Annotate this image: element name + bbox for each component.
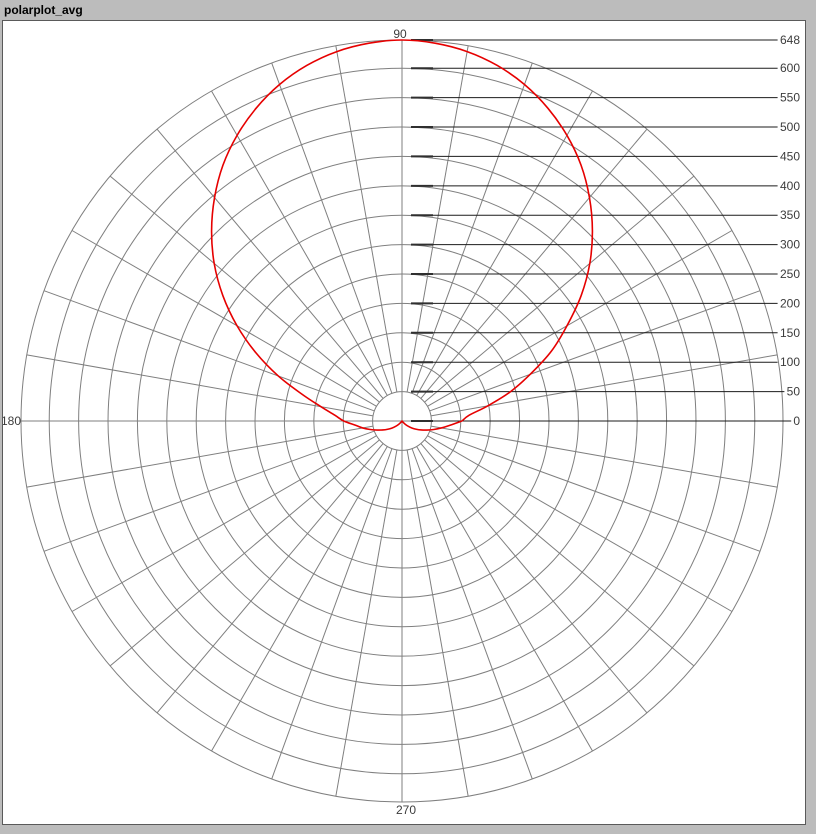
radial-scale-label: 250 (780, 267, 800, 281)
grid-spoke (71, 230, 377, 407)
grid-spoke (416, 90, 593, 396)
grid-spoke (411, 448, 533, 780)
angle-label-90: 90 (393, 27, 407, 41)
grid-spoke (156, 443, 384, 714)
grid-spoke (416, 446, 593, 752)
radial-scale-label: 200 (780, 296, 800, 310)
grid-spoke (427, 230, 733, 407)
radial-scale-label: 0 (793, 414, 800, 428)
grid-spoke (429, 430, 761, 552)
radial-scale-label: 500 (780, 120, 800, 134)
radial-scale-label: 350 (780, 208, 800, 222)
grid-spoke (271, 62, 393, 394)
angle-label-180: 180 (3, 414, 21, 428)
grid-spoke (427, 435, 733, 612)
grid-spoke (211, 90, 388, 396)
grid-spoke (109, 439, 380, 667)
grid-spoke (429, 290, 761, 412)
radial-scale-label: 50 (787, 385, 801, 399)
grid-spoke (424, 439, 695, 667)
grid-spoke (71, 435, 377, 612)
window-title: polarplot_avg (4, 3, 83, 17)
grid-spoke (420, 128, 648, 399)
polar-plot-canvas[interactable]: 648 600 550 500 450 400 350 300 250 200 150 100 50 0 9… (2, 20, 806, 825)
grid-spoke (420, 443, 648, 714)
angle-label-270: 270 (396, 803, 416, 817)
grid-spoke (411, 62, 533, 394)
grid-spoke (271, 448, 393, 780)
grid-spoke (43, 290, 375, 412)
grid-spoke (211, 446, 388, 752)
radial-scale-label: 300 (780, 238, 800, 252)
radial-scale-label: 400 (780, 179, 800, 193)
grid-spoke (156, 128, 384, 399)
radial-scale-label: 450 (780, 149, 800, 163)
window-titlebar: polarplot_avg (0, 0, 816, 20)
grid-spoke (43, 430, 375, 552)
radial-scale-label: 550 (780, 91, 800, 105)
grid-spoke (424, 175, 695, 403)
polar-plot: 6486005505004504003503002502001501005009… (3, 27, 801, 817)
radial-scale-label: 648 (780, 33, 800, 47)
radial-scale-label: 600 (780, 61, 800, 75)
radial-scale-label: 100 (780, 355, 800, 369)
grid-spoke (109, 175, 380, 403)
radial-scale-label: 150 (780, 326, 800, 340)
